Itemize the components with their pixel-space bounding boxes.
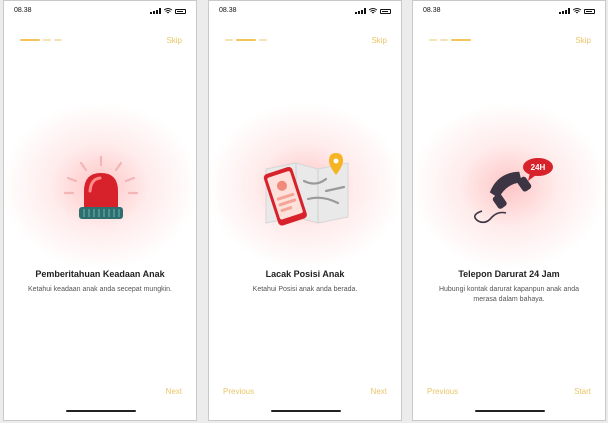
home-indicator bbox=[66, 410, 136, 412]
page-dot-2 bbox=[236, 39, 256, 41]
page-dot-1 bbox=[225, 39, 233, 41]
status-time: 08.38 bbox=[14, 7, 32, 14]
siren-icon bbox=[63, 155, 139, 219]
onboarding-title: Telepon Darurat 24 Jam bbox=[458, 269, 560, 279]
status-time: 08.38 bbox=[423, 7, 441, 14]
previous-button[interactable]: Previous bbox=[223, 387, 254, 396]
battery-icon bbox=[175, 8, 186, 14]
signal-icon bbox=[559, 8, 570, 14]
next-button[interactable]: Next bbox=[371, 387, 387, 396]
status-icons bbox=[559, 8, 595, 14]
page-dot-2 bbox=[43, 39, 51, 41]
page-dot-1 bbox=[20, 39, 40, 41]
battery-icon bbox=[380, 8, 391, 14]
page-indicator bbox=[225, 39, 267, 41]
battery-icon bbox=[584, 8, 595, 14]
previous-button[interactable]: Previous bbox=[427, 387, 458, 396]
status-bar: 08.38 bbox=[14, 7, 186, 17]
next-button[interactable]: Next bbox=[166, 387, 182, 396]
onboarding-screen-1: 08.38 Skip Pemberitahuan Keadaan Anak Ke… bbox=[3, 0, 197, 421]
page-dot-3 bbox=[451, 39, 471, 41]
onboarding-screen-3: 08.38 Skip 24H Telepon Darurat 24 Jam Hu… bbox=[412, 0, 606, 421]
status-icons bbox=[355, 8, 391, 14]
home-indicator bbox=[475, 410, 545, 412]
page-dot-1 bbox=[429, 39, 437, 41]
status-bar: 08.38 bbox=[423, 7, 595, 17]
page-dot-3 bbox=[54, 39, 62, 41]
signal-icon bbox=[150, 8, 161, 14]
onboarding-description: Ketahui Posisi anak anda berada. bbox=[252, 286, 358, 293]
status-icons bbox=[150, 8, 186, 14]
page-dot-3 bbox=[259, 39, 267, 41]
signal-icon bbox=[355, 8, 366, 14]
badge-24h: 24H bbox=[531, 163, 546, 172]
page-indicator bbox=[20, 39, 62, 41]
wifi-icon bbox=[573, 8, 581, 14]
home-indicator bbox=[271, 410, 341, 412]
wifi-icon bbox=[369, 8, 377, 14]
onboarding-description: Ketahui keadaan anak anda secepat mungki… bbox=[28, 286, 172, 293]
map-phone-icon bbox=[263, 153, 349, 226]
status-bar: 08.38 bbox=[219, 7, 391, 17]
page-indicator bbox=[429, 39, 471, 41]
skip-button[interactable]: Skip bbox=[575, 36, 591, 45]
skip-button[interactable]: Skip bbox=[166, 36, 182, 45]
onboarding-description: Hubungi kontak darurat kapanpun anak and… bbox=[438, 286, 580, 303]
onboarding-screen-2: 08.38 Skip Lacak Posisi Anak Ketahui Pos… bbox=[208, 0, 402, 421]
onboarding-title: Pemberitahuan Keadaan Anak bbox=[35, 269, 165, 279]
wifi-icon bbox=[164, 8, 172, 14]
onboarding-title: Lacak Posisi Anak bbox=[265, 269, 345, 279]
start-button[interactable]: Start bbox=[574, 387, 591, 396]
page-dot-2 bbox=[440, 39, 448, 41]
phone-24h-icon: 24H bbox=[474, 158, 553, 224]
status-time: 08.38 bbox=[219, 7, 237, 14]
skip-button[interactable]: Skip bbox=[371, 36, 387, 45]
